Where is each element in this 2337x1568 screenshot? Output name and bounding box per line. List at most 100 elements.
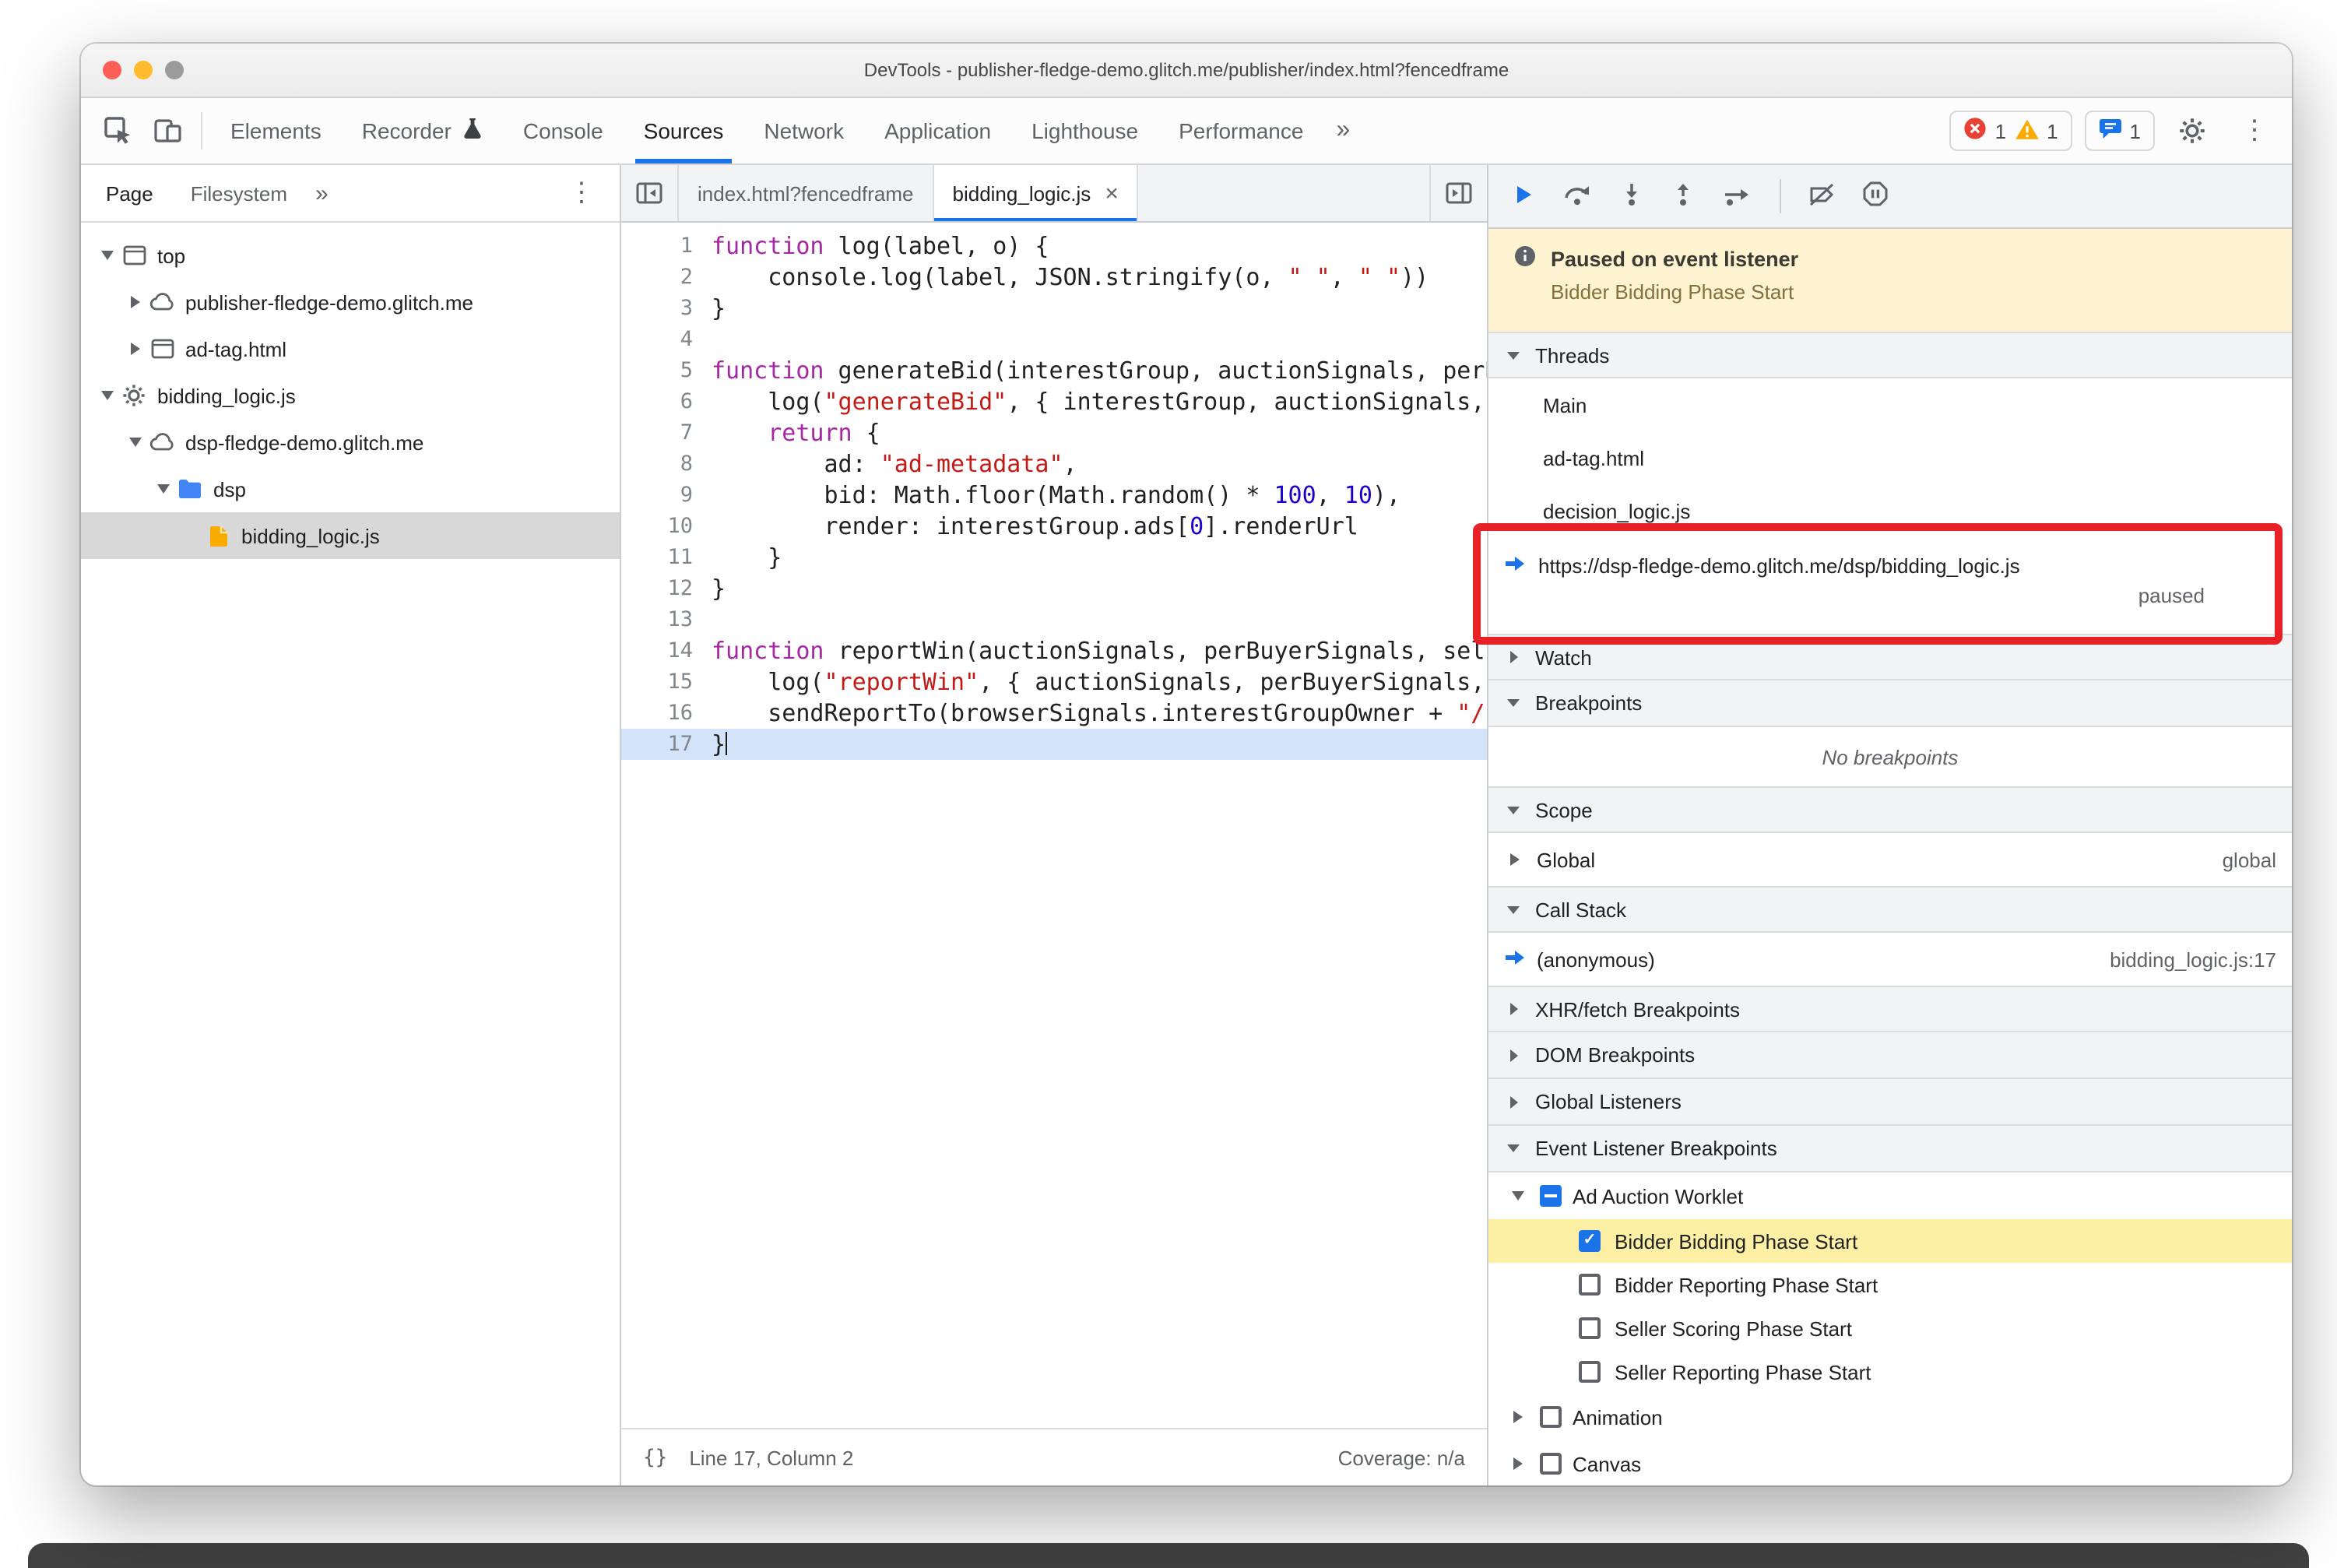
line-number[interactable]: 11 [621,542,712,573]
thread-row-ad-tag[interactable]: ad-tag.html [1488,431,2292,484]
disclosure-expanded-icon[interactable] [97,391,118,400]
call-stack-frame[interactable]: (anonymous) bidding_logic.js:17 [1488,933,2292,986]
code-line[interactable]: 17} [621,729,1487,760]
tab-recorder[interactable]: Recorder [342,98,503,163]
section-watch[interactable]: Watch [1488,634,2292,680]
code-line[interactable]: 2 console.log(label, JSON.stringify(o, "… [621,262,1487,293]
code-line[interactable]: 1 function log(label, o) { [621,230,1487,262]
code-line[interactable]: 13 [621,604,1487,635]
code-line[interactable]: 8 ad: "ad-metadata", [621,448,1487,480]
line-number[interactable]: 14 [621,635,712,666]
checkbox-canvas[interactable] [1540,1453,1562,1475]
elb-group-canvas[interactable]: Canvas [1488,1440,2292,1485]
device-toolbar-icon[interactable] [143,106,193,156]
line-number[interactable]: 16 [621,698,712,729]
tab-filesystem[interactable]: Filesystem [172,165,306,221]
section-breakpoints[interactable]: Breakpoints [1488,680,2292,727]
line-number[interactable]: 4 [621,324,712,355]
settings-gear-icon[interactable] [2167,106,2217,156]
tab-page[interactable]: Page [87,165,172,221]
checkbox-animation[interactable] [1540,1406,1562,1428]
line-number[interactable]: 5 [621,355,712,386]
tab-network[interactable]: Network [743,98,864,163]
line-number[interactable]: 10 [621,511,712,542]
tree-item-worklet[interactable]: bidding_logic.js [81,372,620,419]
elb-group-ad-auction-worklet[interactable]: Ad Auction Worklet [1488,1172,2292,1219]
inspect-element-icon[interactable] [93,106,143,156]
tab-sources[interactable]: Sources [624,98,744,163]
elb-item-seller-reporting-phase-start[interactable]: Seller Reporting Phase Start [1488,1350,2292,1394]
code-line[interactable]: 15 log("reportWin", { auctionSignals, pe… [621,666,1487,698]
disclosure-collapsed-icon[interactable] [1504,853,1526,866]
scope-global-row[interactable]: Global global [1488,833,2292,886]
tab-performance[interactable]: Performance [1158,98,1323,163]
tree-item-ad-tag[interactable]: ad-tag.html [81,325,620,372]
tree-item-bidding-logic-file[interactable]: bidding_logic.js [81,512,620,559]
checkbox-seller-reporting-phase-start[interactable] [1579,1361,1601,1383]
code-line[interactable]: 3} [621,293,1487,324]
line-number[interactable]: 17 [621,729,712,760]
disclosure-collapsed-icon[interactable] [1507,1411,1529,1423]
disclosure-expanded-icon[interactable] [125,438,146,447]
tab-application[interactable]: Application [864,98,1011,163]
code-line[interactable]: 7 return { [621,417,1487,448]
line-number[interactable]: 15 [621,666,712,698]
thread-row-paused[interactable]: https://dsp-fledge-demo.glitch.me/dsp/bi… [1488,537,2292,634]
step-out-button[interactable] [1671,181,1696,211]
elb-item-bidder-bidding-phase-start[interactable]: Bidder Bidding Phase Start [1488,1219,2292,1263]
tree-item-top[interactable]: top [81,232,620,279]
tab-lighthouse[interactable]: Lighthouse [1011,98,1158,163]
close-window-button[interactable] [103,61,121,79]
section-threads[interactable]: Threads [1488,332,2292,378]
section-dom-breakpoints[interactable]: DOM Breakpoints [1488,1032,2292,1079]
disclosure-collapsed-icon[interactable] [125,343,146,355]
code-editor[interactable]: 1 function log(label, o) {2 console.log(l… [621,223,1487,1428]
line-number[interactable]: 8 [621,448,712,480]
elb-item-seller-scoring-phase-start[interactable]: Seller Scoring Phase Start [1488,1306,2292,1350]
line-number[interactable]: 7 [621,417,712,448]
tree-item-dsp-domain[interactable]: dsp-fledge-demo.glitch.me [81,419,620,466]
issues-badge[interactable]: 1 [2084,111,2155,151]
zoom-window-button[interactable] [165,61,184,79]
disclosure-expanded-icon[interactable] [1507,1191,1529,1201]
elb-group-animation[interactable]: Animation [1488,1394,2292,1440]
code-line[interactable]: 9 bid: Math.floor(Math.random() * 100, 1… [621,480,1487,511]
more-panels-icon[interactable]: » [1323,98,1362,163]
editor-overflow-icon[interactable] [1429,165,1487,221]
section-global-listeners[interactable]: Global Listeners [1488,1079,2292,1126]
tab-bidding-logic-js[interactable]: bidding_logic.js × [933,165,1139,221]
elb-item-bidder-reporting-phase-start[interactable]: Bidder Reporting Phase Start [1488,1263,2292,1306]
checkbox-bidder-reporting-phase-start[interactable] [1579,1274,1601,1296]
line-number[interactable]: 6 [621,386,712,417]
pause-on-exceptions-button[interactable] [1862,181,1889,212]
line-number[interactable]: 1 [621,230,712,262]
code-line[interactable]: 12} [621,573,1487,604]
thread-row-decision-logic[interactable]: decision_logic.js [1488,484,2292,537]
section-xhr-breakpoints[interactable]: XHR/fetch Breakpoints [1488,986,2292,1032]
section-call-stack[interactable]: Call Stack [1488,886,2292,933]
code-line[interactable]: 6 log("generateBid", { interestGroup, au… [621,386,1487,417]
disclosure-collapsed-icon[interactable] [125,296,146,308]
code-line[interactable]: 16 sendReportTo(browserSignals.interestG… [621,698,1487,729]
close-tab-icon[interactable]: × [1105,180,1119,206]
section-event-listener-breakpoints[interactable]: Event Listener Breakpoints [1488,1126,2292,1172]
line-number[interactable]: 2 [621,262,712,293]
more-navigator-tabs-icon[interactable]: » [306,165,338,221]
code-line[interactable]: 10 render: interestGroup.ads[0].renderUr… [621,511,1487,542]
minimize-window-button[interactable] [134,61,153,79]
disclosure-expanded-icon[interactable] [153,484,174,494]
code-line[interactable]: 5 function generateBid(interestGroup, auc… [621,355,1487,386]
section-scope[interactable]: Scope [1488,786,2292,833]
pretty-print-icon[interactable]: {} [643,1446,667,1469]
titlebar[interactable]: DevTools - publisher-fledge-demo.glitch.… [81,44,2292,98]
hide-navigator-icon[interactable] [621,165,679,221]
step-over-button[interactable] [1562,181,1593,211]
resume-button[interactable] [1510,181,1535,211]
code-line[interactable]: 11 } [621,542,1487,573]
code-line[interactable]: 14 function reportWin(auctionSignals, per… [621,635,1487,666]
checkbox-bidder-bidding-phase-start[interactable] [1579,1230,1601,1252]
tab-index-html[interactable]: index.html?fencedframe [679,165,934,221]
line-number[interactable]: 9 [621,480,712,511]
line-number[interactable]: 3 [621,293,712,324]
line-number[interactable]: 13 [621,604,712,635]
